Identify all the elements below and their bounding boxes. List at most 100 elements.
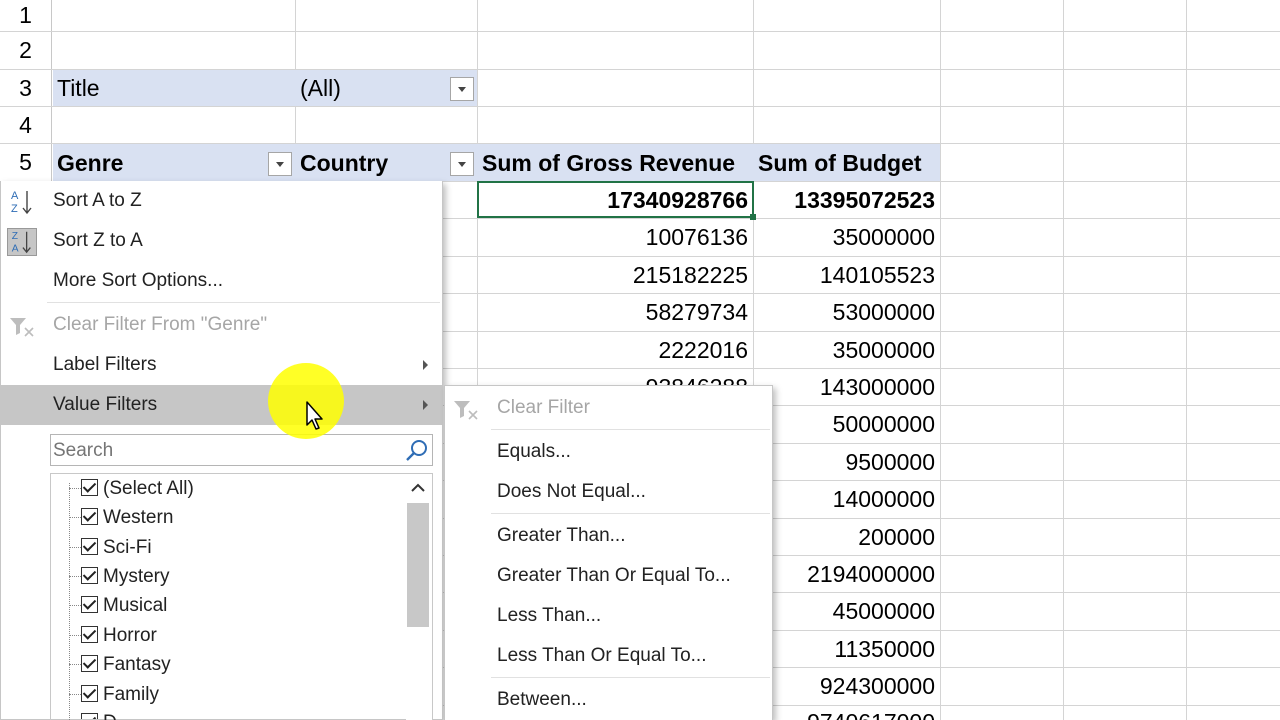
mystery-checkbox[interactable] (81, 567, 98, 584)
value-clear-filter-item[interactable]: Clear Filter (445, 388, 772, 428)
checklist-item[interactable]: D (103, 708, 117, 720)
budget-cell: 924300000 (819, 673, 935, 699)
between-item[interactable]: Between... (445, 680, 772, 720)
budget-cell: 143000000 (819, 374, 935, 400)
label-filters-item[interactable]: Label Filters (1, 345, 442, 385)
less-than-item[interactable]: Less Than... (445, 596, 772, 636)
checklist-item[interactable]: Horror (103, 621, 157, 650)
genre-header: Genre (57, 150, 124, 176)
horror-checkbox[interactable] (81, 626, 98, 643)
tree-line (69, 664, 81, 665)
fantasy-checkbox[interactable] (81, 655, 98, 672)
svg-text:Z: Z (12, 231, 18, 242)
sort-z-to-a-label: Sort Z to A (53, 230, 143, 251)
country-header: Country (300, 150, 389, 176)
more-sort-options-label: More Sort Options... (53, 270, 224, 291)
sort-descending-icon: ZA (7, 228, 37, 256)
select-all-checkbox[interactable] (81, 479, 98, 496)
value-filters-label: Value Filters (53, 394, 158, 415)
equals-label: Equals... (497, 441, 571, 462)
does-not-equal-item[interactable]: Does Not Equal... (445, 472, 772, 512)
musical-checkbox[interactable] (81, 596, 98, 613)
country-filter-dropdown[interactable] (450, 152, 474, 176)
col-line (1063, 0, 1064, 720)
gross-cell: 58279734 (645, 299, 748, 325)
total-budget: 13395072523 (794, 187, 935, 213)
tree-line (69, 605, 81, 606)
budget-cell: 9740617000 (756, 704, 935, 720)
mouse-cursor-icon (305, 400, 327, 432)
total-gross: 17340928766 (607, 187, 748, 213)
tree-line (69, 488, 81, 489)
budget-header: Sum of Budget (758, 150, 922, 176)
filter-value[interactable]: (All) (300, 70, 341, 107)
row-header-4[interactable]: 4 (0, 107, 52, 143)
sort-a-to-z-item[interactable]: AZ Sort A to Z (1, 181, 442, 221)
value-clear-filter-label: Clear Filter (497, 397, 590, 418)
sort-a-to-z-label: Sort A to Z (53, 190, 142, 211)
svg-text:Z: Z (11, 203, 18, 215)
menu-separator (491, 429, 770, 430)
less-than-or-equal-label: Less Than Or Equal To... (497, 645, 707, 666)
value-filters-submenu: Clear Filter Equals... Does Not Equal...… (444, 385, 773, 720)
between-label: Between... (497, 689, 587, 710)
search-box[interactable] (50, 434, 433, 467)
tree-line (69, 547, 81, 548)
search-input[interactable] (51, 435, 395, 467)
budget-cell: 11350000 (834, 636, 935, 662)
svg-text:A: A (11, 190, 19, 202)
budget-cell: 2194000000 (807, 561, 935, 587)
row-header-3[interactable]: 3 (0, 70, 52, 106)
gross-header: Sum of Gross Revenue (482, 150, 736, 176)
family-checkbox[interactable] (81, 685, 98, 702)
budget-cell: 140105523 (819, 262, 935, 288)
budget-cell: 45000000 (832, 598, 935, 624)
checklist-item[interactable]: Western (103, 503, 173, 532)
title-filter-dropdown[interactable] (450, 77, 474, 101)
scroll-thumb[interactable] (407, 503, 429, 627)
row-line (0, 31, 1280, 32)
tree-line (69, 576, 81, 577)
checklist-item[interactable]: Sci-Fi (103, 533, 152, 562)
checklist-item[interactable]: Fantasy (103, 650, 171, 679)
greater-than-label: Greater Than... (497, 525, 626, 546)
budget-cell: 35000000 (832, 337, 935, 363)
search-icon[interactable] (404, 438, 430, 467)
checklist-item[interactable]: Family (103, 680, 159, 709)
menu-separator (47, 302, 440, 303)
budget-cell: 50000000 (832, 411, 935, 437)
western-checkbox[interactable] (81, 508, 98, 525)
row-header-5[interactable]: 5 (0, 144, 52, 181)
filter-label: Title (57, 75, 100, 101)
scifi-checkbox[interactable] (81, 538, 98, 555)
row-header-1[interactable]: 1 (0, 0, 52, 31)
scroll-up-icon[interactable] (409, 481, 427, 495)
equals-item[interactable]: Equals... (445, 432, 772, 472)
checklist-item[interactable]: Mystery (103, 562, 170, 591)
gross-cell: 2222016 (658, 337, 748, 363)
submenu-arrow-icon (423, 400, 428, 410)
clear-filter-item[interactable]: Clear Filter From "Genre" (1, 305, 442, 345)
budget-cell: 9500000 (845, 449, 935, 475)
greater-than-or-equal-item[interactable]: Greater Than Or Equal To... (445, 556, 772, 596)
checklist-item[interactable]: (Select All) (103, 474, 194, 503)
gross-cell: 215182225 (632, 262, 748, 288)
genre-filter-dropdown[interactable] (268, 152, 292, 176)
drama-checkbox[interactable] (81, 713, 98, 719)
clear-filter-label: Clear Filter From "Genre" (53, 314, 268, 335)
clear-filter-icon (451, 395, 481, 423)
checklist-item[interactable]: Musical (103, 591, 167, 620)
col-line (1186, 0, 1187, 720)
row-header-2[interactable]: 2 (0, 32, 52, 69)
less-than-or-equal-item[interactable]: Less Than Or Equal To... (445, 636, 772, 676)
budget-cell: 200000 (858, 524, 935, 550)
label-filters-label: Label Filters (53, 354, 157, 375)
sort-z-to-a-item[interactable]: ZA Sort Z to A (1, 221, 442, 261)
value-filters-item[interactable]: Value Filters (1, 385, 442, 425)
col-line (940, 0, 941, 720)
more-sort-options-item[interactable]: More Sort Options... (1, 261, 442, 301)
clear-filter-icon (7, 312, 37, 340)
does-not-equal-label: Does Not Equal... (497, 481, 646, 502)
greater-than-item[interactable]: Greater Than... (445, 516, 772, 556)
genre-filter-menu: AZ Sort A to Z ZA Sort Z to A More Sort … (0, 181, 443, 720)
